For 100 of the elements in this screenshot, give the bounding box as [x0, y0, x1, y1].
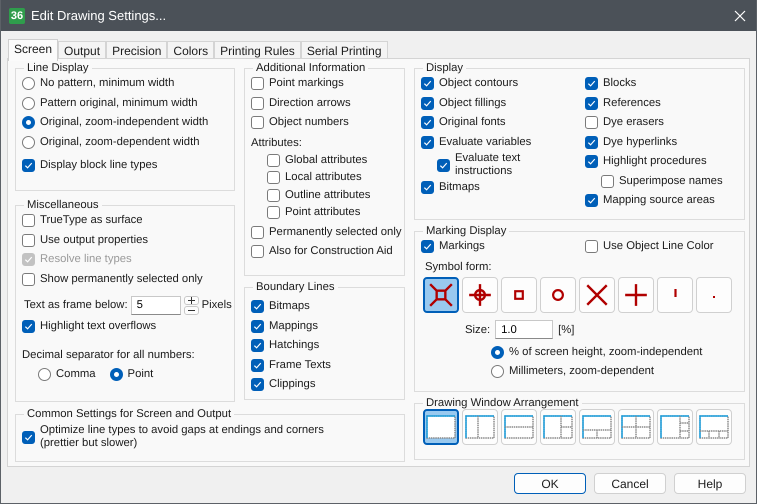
- checkbox[interactable]: [585, 136, 598, 149]
- dialog-button[interactable]: Cancel: [594, 473, 666, 494]
- option-label[interactable]: Millimeters, zoom-dependent: [509, 365, 654, 378]
- option-label[interactable]: Display block line types: [40, 159, 158, 172]
- radio-button[interactable]: [38, 368, 51, 381]
- checkbox[interactable]: [585, 116, 598, 130]
- checkbox[interactable]: [22, 159, 35, 172]
- option-label[interactable]: Highlight text overflows: [40, 320, 156, 334]
- checkbox[interactable]: [585, 240, 598, 254]
- checkbox[interactable]: [421, 136, 434, 149]
- checkbox[interactable]: [22, 430, 35, 444]
- option-label[interactable]: Bitmaps: [269, 300, 310, 314]
- option-label[interactable]: Point attributes: [285, 206, 360, 220]
- checkbox[interactable]: [251, 339, 264, 352]
- checkbox[interactable]: [251, 245, 264, 258]
- checkbox[interactable]: [421, 116, 434, 130]
- option-label[interactable]: Pattern original, minimum width: [40, 96, 198, 110]
- option-label[interactable]: Frame Texts: [269, 358, 331, 372]
- option-label[interactable]: Permanently selected only: [269, 226, 402, 239]
- checkbox[interactable]: [585, 77, 598, 90]
- checkbox[interactable]: [251, 358, 264, 372]
- option-label[interactable]: Hatchings: [269, 339, 320, 352]
- option-label[interactable]: Evaluate text instructions: [455, 152, 520, 178]
- checkbox[interactable]: [437, 158, 450, 172]
- increment-button[interactable]: [184, 296, 199, 304]
- dialog-button[interactable]: Help: [674, 473, 746, 494]
- option-label[interactable]: Clippings: [269, 378, 316, 392]
- option-label[interactable]: References: [603, 96, 661, 110]
- checkbox[interactable]: [251, 96, 264, 110]
- option-label[interactable]: Original fonts: [439, 116, 506, 130]
- checkbox[interactable]: [251, 116, 264, 130]
- checkbox[interactable]: [421, 181, 434, 194]
- option-label[interactable]: Use Object Line Color: [603, 240, 714, 254]
- checkbox[interactable]: [585, 155, 598, 168]
- option-label[interactable]: Direction arrows: [269, 96, 351, 110]
- option-label[interactable]: Dye hyperlinks: [603, 136, 678, 149]
- decrement-button[interactable]: [184, 306, 199, 314]
- option-label[interactable]: Point: [128, 368, 154, 381]
- option-label[interactable]: Use output properties: [40, 234, 148, 247]
- checkbox[interactable]: [251, 226, 264, 239]
- option-label[interactable]: Blocks: [603, 77, 636, 90]
- option-label[interactable]: Evaluate variables: [439, 136, 532, 149]
- checkbox[interactable]: [251, 77, 264, 90]
- checkbox[interactable]: [585, 194, 598, 208]
- option-label[interactable]: Bitmaps: [439, 181, 480, 194]
- size-field[interactable]: 1.0: [495, 320, 554, 339]
- option-label[interactable]: Object numbers: [269, 116, 349, 130]
- checkbox[interactable]: [251, 378, 264, 392]
- checkbox[interactable]: [267, 206, 280, 220]
- option-label[interactable]: Dye erasers: [603, 116, 664, 130]
- checkbox[interactable]: [421, 240, 434, 254]
- close-icon[interactable]: [732, 8, 748, 24]
- checkbox[interactable]: [22, 320, 35, 334]
- radio-button[interactable]: [110, 368, 123, 381]
- option-label[interactable]: Outline attributes: [285, 188, 370, 202]
- radio-button[interactable]: [22, 116, 35, 130]
- checkbox[interactable]: [601, 174, 614, 188]
- option-label[interactable]: % of screen height, zoom-independent: [509, 346, 702, 359]
- symbol-button[interactable]: [423, 276, 459, 312]
- dialog-button[interactable]: OK: [514, 473, 586, 494]
- option-label[interactable]: Optimize line types to avoid gaps at endings and corners (prettier but slower): [40, 424, 324, 450]
- option-label[interactable]: Global attributes: [285, 154, 368, 167]
- checkbox[interactable]: [22, 272, 35, 286]
- checkbox[interactable]: [421, 77, 434, 90]
- option-label[interactable]: Local attributes: [285, 171, 362, 184]
- option-label[interactable]: TrueType as surface: [40, 214, 143, 228]
- checkbox[interactable]: [22, 234, 35, 247]
- option-label[interactable]: Superimpose names: [619, 174, 723, 188]
- checkbox[interactable]: [585, 96, 598, 110]
- checkmark-icon: [253, 341, 262, 350]
- radio-button[interactable]: [22, 96, 35, 110]
- radio-button[interactable]: [491, 365, 504, 378]
- checkbox[interactable]: [267, 188, 280, 202]
- option-label[interactable]: Original, zoom-dependent width: [40, 136, 200, 149]
- option-label[interactable]: Object contours: [439, 77, 518, 90]
- radio-button[interactable]: [491, 346, 504, 359]
- checkbox[interactable]: [267, 154, 280, 167]
- option-label[interactable]: Highlight procedures: [603, 155, 707, 168]
- option-label[interactable]: Mapping source areas: [603, 194, 715, 208]
- layout-button[interactable]: [423, 409, 459, 445]
- radio-button[interactable]: [22, 77, 35, 90]
- unit-label: Pixels: [202, 299, 232, 311]
- checkbox[interactable]: [267, 171, 280, 184]
- number-field[interactable]: 5: [130, 296, 181, 314]
- option-label[interactable]: Object fillings: [439, 96, 506, 110]
- option-label[interactable]: Mappings: [269, 320, 318, 333]
- option-label[interactable]: Original, zoom-independent width: [40, 116, 208, 130]
- option-label[interactable]: Markings: [439, 240, 485, 254]
- radio-button[interactable]: [22, 136, 35, 149]
- tab[interactable]: Screen: [8, 39, 58, 61]
- option-label[interactable]: Comma: [56, 368, 96, 381]
- checkbox[interactable]: [251, 320, 264, 333]
- checkbox[interactable]: [421, 96, 434, 110]
- checkbox[interactable]: [22, 214, 35, 228]
- option-label[interactable]: Point markings: [269, 77, 344, 90]
- checkbox[interactable]: [251, 300, 264, 314]
- option-label[interactable]: No pattern, minimum width: [40, 77, 174, 90]
- option-label[interactable]: Also for Construction Aid: [269, 245, 393, 258]
- checkmark-icon: [253, 360, 262, 370]
- option-label[interactable]: Show permanently selected only: [40, 272, 203, 286]
